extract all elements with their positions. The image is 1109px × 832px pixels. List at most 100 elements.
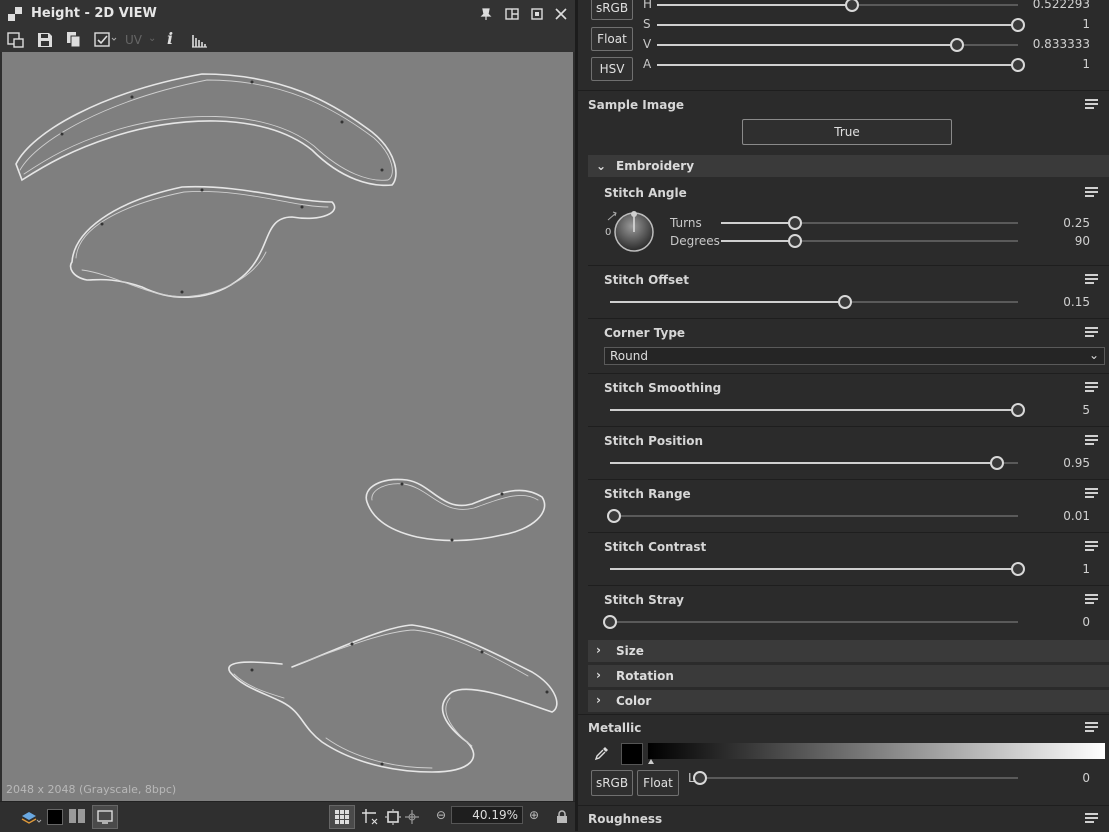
save-icon[interactable] [36, 31, 54, 49]
stitch-smoothing-slider[interactable] [610, 403, 1025, 417]
menu-icon[interactable] [1085, 327, 1098, 339]
sample-image-toggle[interactable]: True [742, 119, 952, 145]
size-section-header[interactable]: › Size [588, 640, 1109, 662]
lock-icon[interactable] [556, 810, 568, 824]
color-section-header[interactable]: › Color [588, 690, 1109, 712]
checker-icon [8, 7, 22, 21]
stitch-range-value[interactable]: 0.01 [1030, 509, 1090, 523]
menu-icon[interactable] [1085, 813, 1098, 825]
chevron-down-icon: ⌄ [1088, 348, 1099, 362]
zoom-input[interactable]: 40.19% [451, 806, 523, 824]
metallic-l-slider[interactable] [693, 771, 1018, 785]
texture-canvas[interactable] [2, 52, 573, 801]
maximize-icon[interactable] [530, 7, 544, 21]
channel-a-label: A [643, 57, 652, 71]
close-icon[interactable] [555, 8, 567, 20]
stitch-shape-group [15, 73, 558, 773]
pin-icon[interactable] [479, 7, 493, 21]
stitch-offset-slider[interactable] [610, 295, 1018, 309]
uv-chevron-down-icon[interactable]: ⌄ [148, 33, 156, 44]
degrees-slider[interactable] [721, 234, 1018, 248]
channel-a-slider[interactable] [657, 58, 1025, 72]
menu-icon[interactable] [1085, 488, 1098, 500]
copy-icon[interactable] [65, 31, 83, 49]
stitch-offset-value[interactable]: 0.15 [1030, 295, 1090, 309]
stitch-stray-slider[interactable] [603, 615, 1018, 629]
stitch-shape-1b [19, 79, 393, 181]
divider [588, 426, 1109, 427]
hsv-button[interactable]: HSV [591, 57, 633, 81]
view-2d-panel: Height - 2D VIEW UV ⌄ i 2048 x 2048 (Gra… [0, 0, 575, 832]
srgb-button[interactable]: sRGB [591, 0, 633, 20]
channel-s-label: S [643, 17, 651, 31]
resolution-info: 2048 x 2048 (Grayscale, 8bpc) [6, 783, 177, 796]
black-channel-swatch[interactable] [47, 809, 63, 825]
channel-a-value[interactable]: 1 [1030, 57, 1090, 71]
gradient-marker[interactable] [648, 759, 654, 764]
pan-icon[interactable] [404, 809, 420, 825]
channel-h-value[interactable]: 0.522293 [1030, 0, 1090, 11]
chevron-right-icon: › [596, 643, 601, 657]
divider [588, 318, 1109, 319]
turns-slider[interactable] [721, 216, 1018, 230]
metallic-color-swatch[interactable] [621, 743, 643, 765]
metallic-l-value[interactable]: 0 [1030, 771, 1090, 785]
layers-icon[interactable] [20, 808, 42, 826]
stitch-position-slider[interactable] [610, 456, 1018, 470]
chevron-down-icon: ⌄ [596, 159, 607, 173]
rotation-section-header[interactable]: › Rotation [588, 665, 1109, 687]
stitch-stray-value[interactable]: 0 [1030, 615, 1090, 629]
uv-toggle[interactable]: UV [125, 33, 142, 47]
fit-view-icon[interactable] [385, 809, 401, 825]
menu-icon[interactable] [1085, 541, 1098, 553]
degrees-label: Degrees [670, 234, 720, 248]
tiling-icon[interactable] [361, 808, 379, 826]
zoom-out-icon[interactable]: ⊖ [436, 808, 446, 822]
menu-icon[interactable] [1085, 435, 1098, 447]
menu-icon[interactable] [1085, 594, 1098, 606]
histogram-icon[interactable] [190, 31, 208, 49]
grid-toggle-button[interactable] [329, 805, 355, 829]
menu-icon[interactable] [1085, 722, 1098, 734]
metallic-gradient-bar[interactable] [648, 743, 1105, 759]
view-toolbar: UV ⌄ i [0, 28, 575, 52]
split-view-icon[interactable] [68, 808, 86, 824]
layout-icon[interactable] [505, 7, 519, 21]
channel-s-slider[interactable] [657, 18, 1025, 32]
grid-icon [335, 810, 349, 824]
stitch-range-label: Stitch Range [604, 487, 691, 501]
divider [578, 805, 1109, 806]
channel-s-value[interactable]: 1 [1030, 17, 1090, 31]
degrees-value[interactable]: 90 [1030, 234, 1090, 248]
stitch-offset-label: Stitch Offset [604, 273, 690, 287]
stitch-contrast-slider[interactable] [610, 562, 1025, 576]
float-button[interactable]: Float [591, 27, 633, 51]
stitch-contrast-label: Stitch Contrast [604, 540, 707, 554]
menu-icon[interactable] [1085, 274, 1098, 286]
channel-v-slider[interactable] [657, 38, 1018, 52]
size-title: Size [616, 644, 644, 658]
export-icon[interactable] [7, 31, 25, 49]
turns-value[interactable]: 0.25 [1030, 216, 1090, 230]
view-mode-icon[interactable] [94, 31, 118, 49]
display-mode-button[interactable] [92, 805, 118, 829]
info-icon[interactable]: i [167, 29, 173, 48]
zoom-in-icon[interactable]: ⊕ [529, 808, 539, 822]
stitch-range-slider[interactable] [607, 509, 1018, 523]
view-title: Height - 2D VIEW [31, 6, 157, 21]
menu-icon[interactable] [1085, 187, 1098, 199]
sample-image-label: Sample Image [588, 98, 685, 112]
corner-type-select[interactable]: Round ⌄ [604, 347, 1105, 365]
channel-h-slider[interactable] [657, 0, 1018, 12]
metallic-srgb-button[interactable]: sRGB [591, 770, 633, 796]
stitch-position-value[interactable]: 0.95 [1030, 456, 1090, 470]
angle-dial[interactable] [604, 208, 660, 256]
embroidery-section-header[interactable]: ⌄ Embroidery [588, 155, 1109, 177]
stitch-smoothing-value[interactable]: 5 [1030, 403, 1090, 417]
eyedropper-icon[interactable] [594, 745, 610, 761]
channel-v-value[interactable]: 0.833333 [1030, 37, 1090, 51]
stitch-contrast-value[interactable]: 1 [1030, 562, 1090, 576]
menu-icon[interactable] [1085, 99, 1098, 111]
metallic-float-button[interactable]: Float [637, 770, 679, 796]
menu-icon[interactable] [1085, 382, 1098, 394]
